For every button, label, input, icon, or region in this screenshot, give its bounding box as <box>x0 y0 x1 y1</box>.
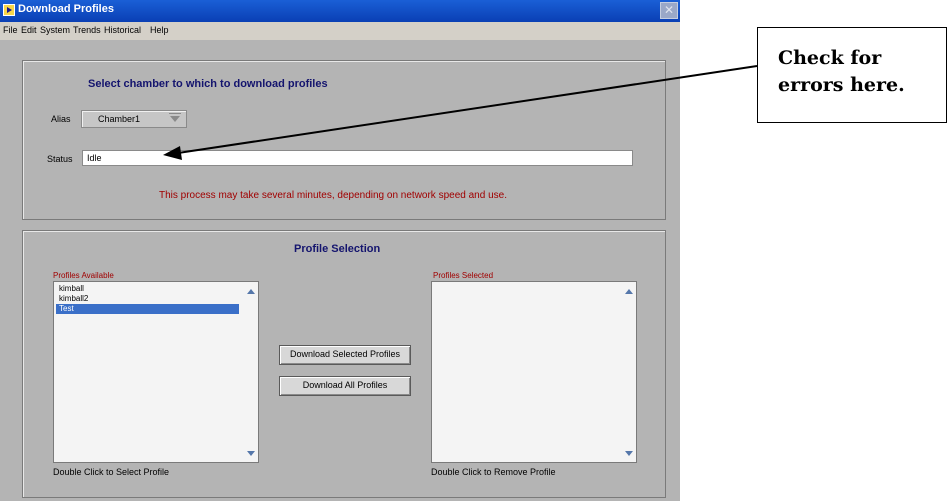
callout-line-1: Check for <box>778 47 882 69</box>
callout-box: Check for errors here. <box>757 27 947 123</box>
callout-line-2: errors here. <box>778 74 905 96</box>
callout-text: Check for errors here. <box>778 45 905 99</box>
